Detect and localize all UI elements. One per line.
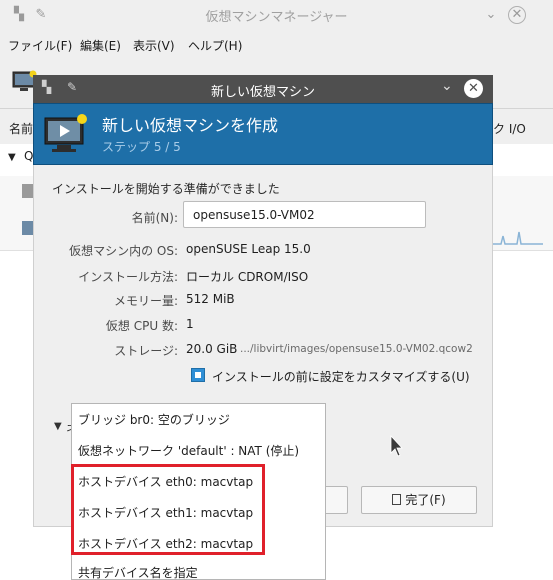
memory-value: 512 MiB	[186, 292, 235, 306]
customize-checkbox[interactable]	[191, 368, 205, 382]
network-option-default-nat[interactable]: 仮想ネットワーク 'default' : NAT (停止)	[78, 442, 299, 459]
network-option-bridge[interactable]: ブリッジ br0: 空のブリッジ	[78, 411, 230, 428]
main-window-title: 仮想マシンマネージャー	[205, 10, 348, 25]
install-method-label: インストール方法:	[78, 270, 178, 284]
os-label: 仮想マシン内の OS:	[69, 244, 178, 258]
ready-message: インストールを開始する準備ができました	[52, 182, 280, 196]
storage-size: 20.0 GiB	[186, 342, 238, 356]
chevron-down-icon[interactable]: ▼	[54, 421, 62, 432]
new-vm-monitor-icon	[44, 114, 87, 152]
column-name-header[interactable]: 名前	[9, 120, 33, 137]
wizard-header: 新しい仮想マシンを作成 ステップ 5 / 5	[33, 103, 493, 165]
mouse-cursor-icon	[390, 435, 403, 457]
memory-label: メモリー量:	[113, 294, 178, 308]
menubar: ファイル(F) 編集(E) 表示(V) ヘルプ(H)	[0, 30, 553, 58]
storage-label: ストレージ:	[114, 344, 178, 358]
wizard-step: ステップ 5 / 5	[102, 140, 181, 154]
menu-file[interactable]: ファイル(F)	[8, 37, 72, 54]
customize-label[interactable]: インストールの前に設定をカスタマイズする(U)	[212, 368, 470, 385]
chevron-down-icon[interactable]: ▼	[8, 152, 16, 163]
column-io-header[interactable]: ク I/O	[493, 120, 526, 137]
vm-name-input[interactable]	[183, 201, 426, 228]
install-method-value: ローカル CDROM/ISO	[186, 270, 309, 284]
os-value: openSUSE Leap 15.0	[186, 242, 311, 256]
cpu-label: 仮想 CPU 数:	[105, 319, 178, 333]
document-icon	[392, 494, 402, 505]
main-window-titlebar: ▚ ✎ 仮想マシンマネージャー ⌄ ✕	[0, 0, 553, 30]
storage-path: .../libvirt/images/opensuse15.0-VM02.qco…	[240, 343, 473, 355]
io-sparkline-icon	[493, 231, 543, 245]
close-icon[interactable]: ✕	[464, 79, 483, 98]
chevron-down-icon[interactable]: ⌄	[482, 6, 500, 24]
menu-help[interactable]: ヘルプ(H)	[188, 37, 242, 54]
network-option-shared-device[interactable]: 共有デバイス名を指定	[78, 564, 198, 579]
menu-edit[interactable]: 編集(E)	[80, 37, 121, 54]
chevron-down-icon[interactable]: ⌄	[441, 78, 453, 94]
close-icon[interactable]: ✕	[508, 6, 526, 24]
finish-button[interactable]: 完了(F)	[361, 486, 477, 514]
menu-view[interactable]: 表示(V)	[133, 37, 175, 54]
finish-button-label: 完了(F)	[405, 493, 446, 507]
wizard-title: 新しい仮想マシンを作成	[102, 116, 279, 135]
dialog-titlebar: ▚ ✎ 新しい仮想マシン ⌄ ✕	[33, 75, 493, 103]
cpu-value: 1	[186, 317, 194, 331]
highlight-annotation-box	[71, 464, 265, 555]
name-label: 名前(N):	[131, 211, 178, 225]
dialog-title: 新しい仮想マシン	[210, 85, 315, 100]
